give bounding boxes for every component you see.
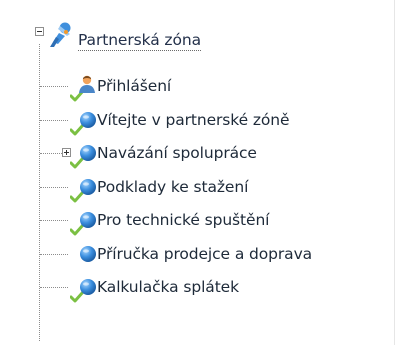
- tree-item-label[interactable]: Podklady ke stažení: [97, 178, 248, 196]
- satellite-dish-icon: [46, 22, 76, 52]
- tree-item-label[interactable]: Navázání spolupráce: [97, 144, 257, 162]
- tree-item-label[interactable]: Příručka prodejce a doprava: [97, 245, 312, 263]
- globe-icon: [79, 111, 97, 133]
- tree-item-label[interactable]: Vítejte v partnerské zóně: [97, 111, 290, 129]
- globe-icon: [79, 211, 97, 233]
- globe-icon: [79, 278, 97, 300]
- tree-connector-branch: [40, 220, 68, 221]
- tree-connector-branch: [40, 186, 68, 188]
- tree-item-label[interactable]: Pro technické spuštění: [97, 211, 269, 229]
- tree-connector-line: [39, 44, 40, 341]
- tree-item-label[interactable]: Přihlášení: [97, 77, 171, 95]
- user-icon: [77, 74, 97, 98]
- globe-icon: [79, 245, 97, 267]
- collapse-toggle-root[interactable]: [35, 27, 44, 36]
- globe-icon: [79, 178, 97, 200]
- globe-icon: [79, 144, 97, 166]
- tree-connector-branch: [40, 287, 68, 288]
- site-tree-panel: Partnerská zóna Přihlášení Vítejte v part…: [0, 0, 395, 345]
- tree-connector-branch: [40, 119, 68, 121]
- tree-item-label[interactable]: Kalkulačka splátek: [97, 278, 239, 296]
- tree-connector-branch: [40, 86, 68, 87]
- tree-root-label[interactable]: Partnerská zóna: [78, 31, 201, 51]
- tree-connector-branch: [40, 253, 68, 255]
